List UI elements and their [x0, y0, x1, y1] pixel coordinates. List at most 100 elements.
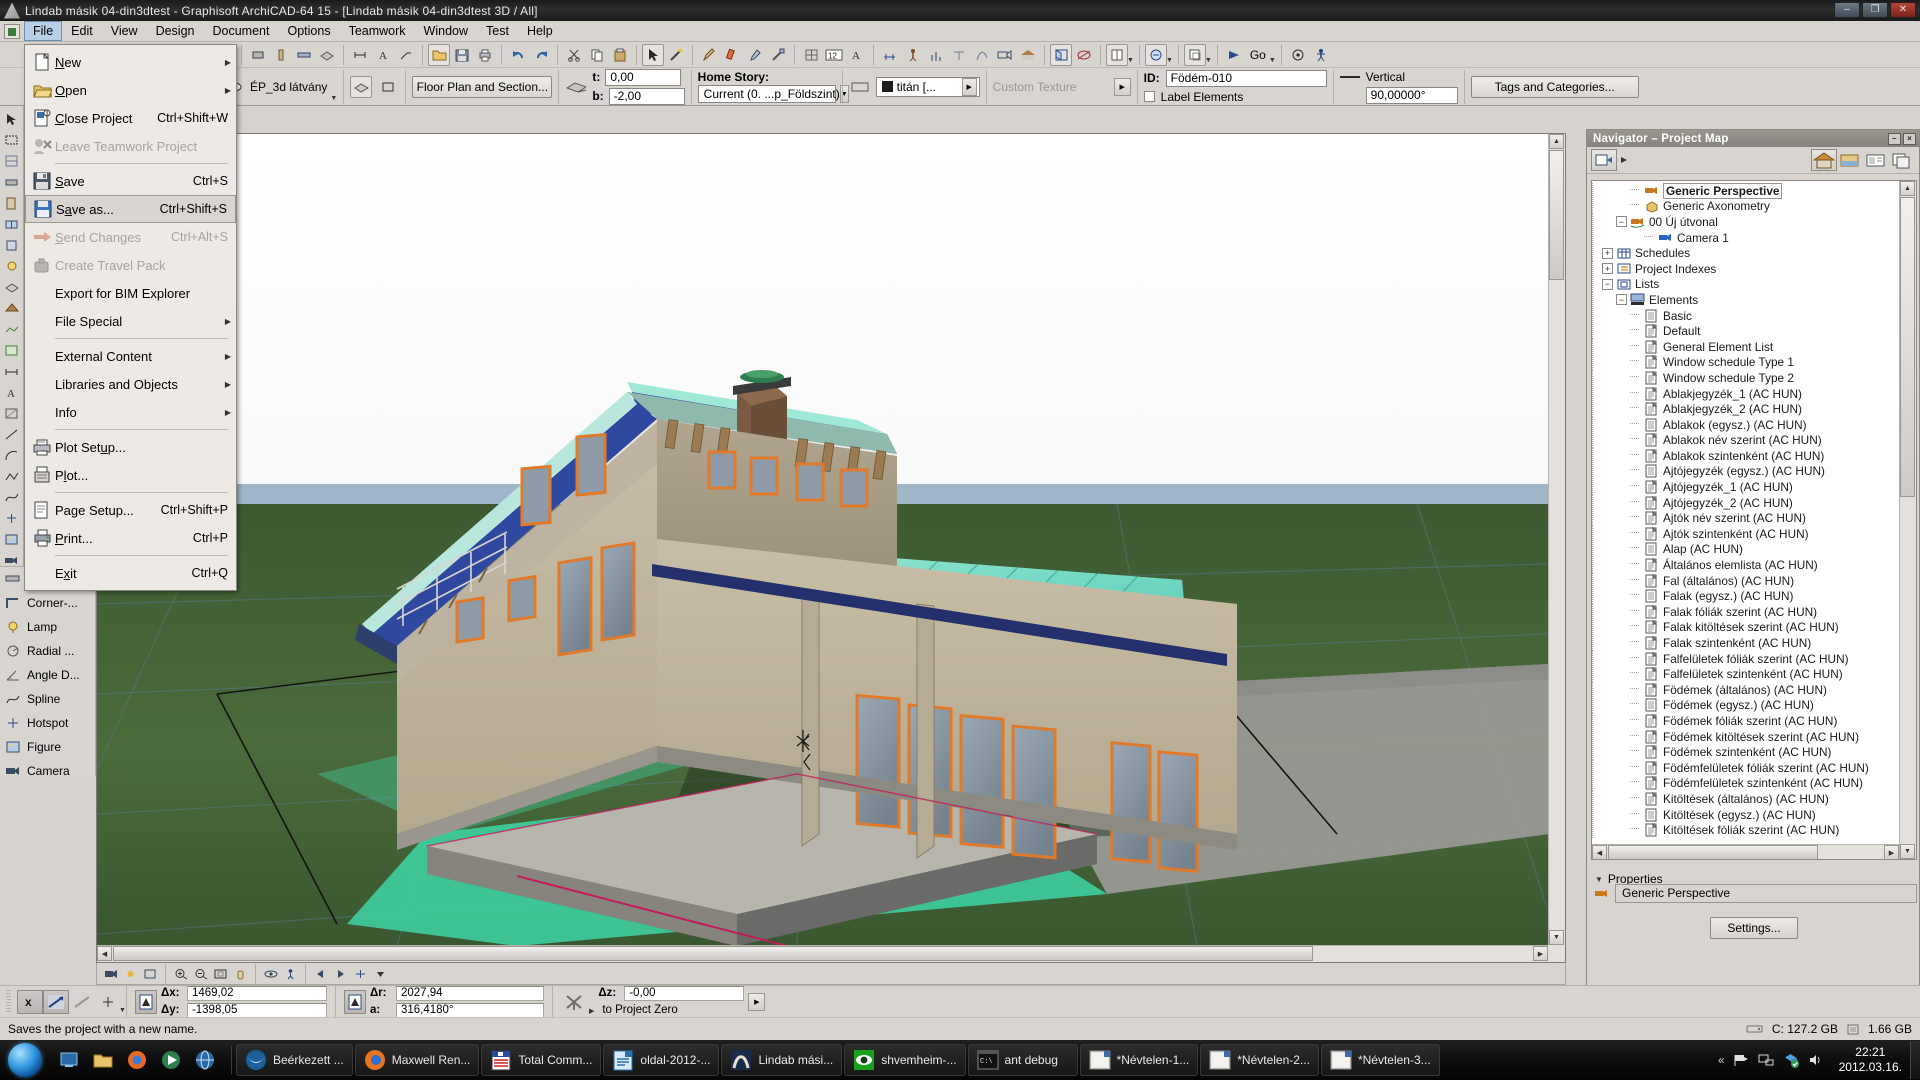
taskbar-task[interactable]: Total Comm... [481, 1044, 602, 1076]
tree-node[interactable]: − 00 Új útvonal [1592, 214, 1899, 230]
toolbox-marquee-icon[interactable] [2, 131, 22, 150]
label-tool-icon[interactable] [395, 44, 417, 66]
menu-item-close-project[interactable]: Close Project Ctrl+Shift+W [25, 104, 236, 132]
tree-node[interactable]: Ablakok szintenként (AC HUN) [1592, 448, 1899, 464]
tree-node[interactable]: Generic Axonometry [1592, 198, 1899, 215]
dr-field[interactable]: 2027,94 [395, 985, 544, 1001]
rectangle-geometry-icon[interactable] [377, 76, 399, 98]
tree-node[interactable]: Camera 1 [1592, 230, 1899, 246]
dimension-tool-icon[interactable] [349, 44, 371, 66]
toolbox-object-icon[interactable] [2, 236, 22, 255]
layout-book-nav-icon[interactable] [1863, 149, 1889, 171]
text-size-icon[interactable]: A [846, 44, 868, 66]
vertical-scroll-thumb[interactable] [1549, 150, 1564, 280]
tree-node[interactable]: Ajtójegyzék (egysz.) (AC HUN) [1592, 463, 1899, 480]
scroll-right-arrow[interactable]: ▶ [1533, 946, 1548, 961]
taskbar-task[interactable]: Beérkezett ... [236, 1044, 353, 1076]
volume-icon[interactable] [1807, 1051, 1825, 1069]
snap-guide-button[interactable] [69, 990, 95, 1014]
tree-node[interactable]: Kitöltések (általános) (AC HUN) [1592, 791, 1899, 807]
custom-texture-caret[interactable]: ▶ [1113, 77, 1131, 96]
navigator-open-view-icon[interactable] [1591, 149, 1617, 171]
slab-element-icon[interactable] [350, 75, 373, 98]
3d-viewport[interactable] [97, 134, 1548, 945]
eyedropper-icon[interactable] [744, 44, 766, 66]
scroll-left-arrow[interactable]: ◀ [97, 946, 112, 961]
scroll-up-arrow[interactable]: ▲ [1549, 134, 1564, 149]
tree-node[interactable]: Falak kitöltések szerint (AC HUN) [1592, 619, 1899, 636]
tool-option-row[interactable]: Corner-... [0, 591, 95, 615]
taskbar-task[interactable]: oldal-2012-... [603, 1044, 720, 1076]
toolbox-polyline-icon[interactable] [2, 467, 22, 486]
tree-expand-icon[interactable]: + [1602, 263, 1613, 275]
pan-hand-icon[interactable] [231, 965, 250, 983]
trace-dropdown-caret[interactable]: ▼ [1205, 57, 1212, 64]
pen-tool-icon[interactable] [698, 44, 720, 66]
tree-node[interactable]: Födémek (egysz.) (AC HUN) [1592, 697, 1899, 714]
text-tool-icon[interactable]: A [372, 44, 394, 66]
show-desktop-icon[interactable] [53, 1043, 85, 1077]
toolbox-wall-icon[interactable] [2, 173, 22, 192]
elevation-reference-icon[interactable] [561, 990, 587, 1014]
3d-window-icon[interactable] [1050, 43, 1072, 66]
project-zero-label[interactable]: to Project Zero [598, 1003, 718, 1018]
tree-scroll-up-arrow[interactable]: ▲ [1900, 181, 1915, 196]
project-zero-caret[interactable]: ▶ [748, 992, 766, 1011]
origin-dropdown-caret[interactable]: ▼ [119, 1007, 126, 1014]
menu-item-plot-setup[interactable]: Plot Setup... [25, 433, 236, 461]
view-map-icon[interactable] [1837, 149, 1863, 171]
minimize-button[interactable]: – [1834, 2, 1860, 18]
menu-item-page-setup[interactable]: Page Setup... Ctrl+Shift+P [25, 496, 236, 524]
tray-expand-icon[interactable]: « [1718, 1053, 1725, 1067]
target-icon[interactable] [1287, 44, 1309, 66]
tool-option-row[interactable]: Camera [0, 759, 95, 783]
menu-item-plot[interactable]: Plot... [25, 461, 236, 489]
camera-view-icon[interactable] [994, 44, 1016, 66]
camera-settings-icon[interactable] [101, 965, 120, 983]
firefox-icon[interactable] [121, 1043, 153, 1077]
tree-node[interactable]: Födémek (általános) (AC HUN) [1592, 682, 1899, 698]
menu-edit[interactable]: Edit [62, 21, 102, 41]
tree-node[interactable]: Kitöltések (egysz.) (AC HUN) [1592, 807, 1899, 823]
taskbar-task[interactable]: Maxwell Ren... [354, 1044, 480, 1076]
menu-options[interactable]: Options [278, 21, 339, 41]
navigator-tree-body[interactable]: Generic Perspective Generic Axonometry − 00… [1592, 181, 1899, 842]
orbit-icon[interactable] [261, 965, 280, 983]
menu-item-open[interactable]: Open ▶ [25, 76, 236, 104]
projection-settings-icon[interactable] [141, 965, 160, 983]
menu-item-exit[interactable]: Exit Ctrl+Q [25, 559, 236, 587]
tree-collapse-icon[interactable]: − [1616, 216, 1627, 228]
tree-node[interactable]: Alap (AC HUN) [1592, 541, 1899, 558]
tree-node[interactable]: Födémfelületek szintenként (AC HUN) [1592, 775, 1899, 792]
menu-item-save-as[interactable]: Save as... Ctrl+Shift+S [25, 195, 236, 223]
thickness-top-field[interactable]: 0,00 [605, 68, 682, 86]
maximize-button[interactable]: ❐ [1862, 2, 1888, 18]
toolbox-dimension-icon[interactable] [2, 362, 22, 381]
toolbox-line-icon[interactable] [2, 425, 22, 444]
tool-option-row[interactable]: Radial ... [0, 639, 95, 663]
tree-hscroll-thumb[interactable] [1608, 845, 1818, 859]
horizontal-scroll-thumb[interactable] [113, 946, 1313, 961]
view-list-caret-icon[interactable] [371, 965, 390, 983]
file-menu-dropdown[interactable]: New ▶ Open ▶ Close Project Ctrl+Shift+W Leave … [24, 44, 237, 591]
dimension-chain-icon[interactable] [879, 44, 901, 66]
dy-field[interactable]: -1398,05 [186, 1002, 327, 1018]
view-style-caret[interactable]: ▼ [330, 95, 337, 102]
toolbox-zone-icon[interactable] [2, 341, 22, 360]
tree-scroll-left-arrow[interactable]: ◀ [1592, 845, 1607, 859]
tool-option-row[interactable]: Spline [0, 687, 95, 711]
toolbox-arrow-icon[interactable] [2, 110, 22, 129]
go-to-view-icon[interactable] [1223, 44, 1245, 66]
toolbox-mesh-icon[interactable] [2, 320, 22, 339]
taskbar-task[interactable]: *Névtelen-1... [1079, 1044, 1199, 1076]
walkthrough-person-icon[interactable] [1310, 44, 1332, 66]
dz-field[interactable]: -0,00 [624, 985, 745, 1001]
tree-node[interactable]: Ajtók név szerint (AC HUN) [1592, 510, 1899, 526]
tree-node[interactable]: Ablakok (egysz.) (AC HUN) [1592, 417, 1899, 433]
material-swatch-icon[interactable] [849, 76, 871, 98]
tree-node[interactable]: Ajtók szintenként (AC HUN) [1592, 526, 1899, 542]
copy-icon[interactable] [586, 44, 608, 66]
cutaway-icon[interactable] [1073, 44, 1095, 66]
navigator-minimize-icon[interactable]: – [1888, 132, 1901, 145]
material-caret[interactable]: ▶ [961, 77, 977, 96]
